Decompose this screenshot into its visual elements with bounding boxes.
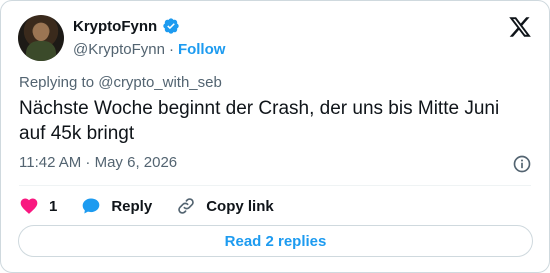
tweet-card: KryptoFynn @KryptoFynn · Follow Replying…	[0, 0, 550, 273]
tweet-timestamp[interactable]: 11:42 AM · May 6, 2026	[19, 154, 177, 171]
read-replies-button[interactable]: Read 2 replies	[18, 225, 533, 257]
info-icon[interactable]	[512, 154, 532, 174]
avatar[interactable]	[18, 15, 64, 61]
author-handle-row: @KryptoFynn · Follow	[73, 41, 225, 58]
separator-dot: ·	[168, 41, 174, 58]
replying-to-text[interactable]: Replying to @crypto_with_seb	[19, 74, 222, 91]
copy-link-label: Copy link	[206, 197, 274, 215]
reply-label: Reply	[111, 197, 153, 215]
heart-icon	[20, 198, 38, 214]
author-name[interactable]: KryptoFynn	[73, 18, 157, 35]
link-icon	[178, 198, 194, 214]
reply-button[interactable]: Reply	[81, 196, 152, 216]
speech-bubble-icon	[83, 198, 100, 214]
read-replies-label: Read 2 replies	[224, 232, 327, 250]
action-bar: 1 Reply Copy link	[19, 194, 298, 218]
follow-button[interactable]: Follow	[178, 41, 226, 58]
tweet-text: Nächste Woche beginnt der Crash, der uns…	[19, 98, 500, 144]
author-name-row: KryptoFynn	[73, 17, 180, 35]
verified-badge-icon	[163, 18, 179, 34]
like-count: 1	[49, 197, 58, 215]
divider	[19, 185, 531, 186]
copy-link-button[interactable]: Copy link	[176, 196, 274, 216]
like-button[interactable]: 1	[19, 196, 57, 216]
x-logo-icon[interactable]	[508, 15, 532, 39]
author-handle[interactable]: @KryptoFynn	[73, 41, 165, 58]
